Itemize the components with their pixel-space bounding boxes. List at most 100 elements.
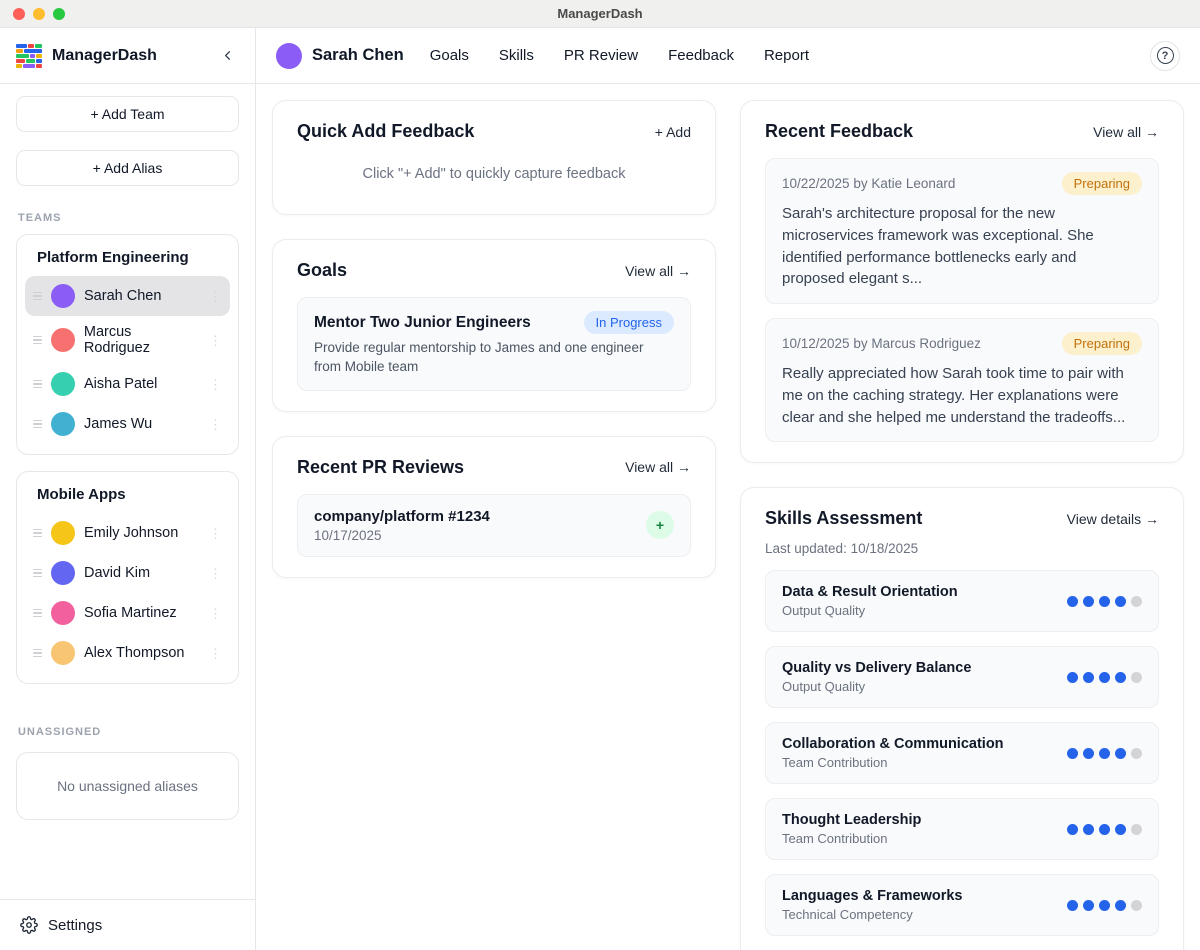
pr-reviews-view-all-link[interactable]: View all →: [625, 459, 691, 475]
goals-view-all-link[interactable]: View all →: [625, 263, 691, 279]
tab-skills[interactable]: Skills: [499, 47, 534, 64]
help-button[interactable]: ?: [1150, 41, 1180, 71]
team-member-emily-johnson[interactable]: Emily Johnson ⋮: [25, 513, 230, 553]
skill-name: Thought Leadership: [782, 812, 921, 828]
skills-title: Skills Assessment: [765, 508, 922, 529]
pr-reviews-list: company/platform #1234 10/17/2025 +: [297, 494, 691, 557]
main-panel: Sarah Chen GoalsSkillsPR ReviewFeedbackR…: [256, 28, 1200, 950]
team-member-james-wu[interactable]: James Wu ⋮: [25, 404, 230, 444]
team-member-marcus-rodriguez[interactable]: Marcus Rodriguez ⋮: [25, 316, 230, 364]
drag-handle-icon[interactable]: [33, 569, 42, 578]
rating-dot-filled: [1099, 824, 1110, 835]
drag-handle-icon[interactable]: [33, 420, 42, 429]
sidebar-collapse-button[interactable]: [216, 44, 239, 67]
pr-reviews-title: Recent PR Reviews: [297, 457, 464, 478]
team-member-sofia-martinez[interactable]: Sofia Martinez ⋮: [25, 593, 230, 633]
quick-add-button[interactable]: + Add: [655, 124, 691, 140]
skill-row[interactable]: Quality vs Delivery Balance Output Quali…: [765, 646, 1159, 708]
team-member-sarah-chen[interactable]: Sarah Chen ⋮: [25, 276, 230, 316]
skills-list: Data & Result Orientation Output Quality…: [765, 570, 1159, 936]
skill-name: Languages & Frameworks: [782, 888, 963, 904]
sidebar-header: ManagerDash: [0, 28, 255, 84]
member-menu-icon[interactable]: ⋮: [209, 567, 222, 580]
rating-dot-filled: [1083, 672, 1094, 683]
add-team-button[interactable]: + Add Team: [16, 96, 239, 132]
feedback-view-all-link[interactable]: View all →: [1093, 124, 1159, 140]
drag-handle-icon[interactable]: [33, 336, 42, 345]
app-logo-icon: [16, 43, 42, 69]
skill-rating-dots: [1067, 748, 1142, 759]
tab-goals[interactable]: Goals: [430, 47, 469, 64]
minimize-window-button[interactable]: [33, 8, 45, 20]
tab-feedback[interactable]: Feedback: [668, 47, 734, 64]
drag-handle-icon[interactable]: [33, 609, 42, 618]
close-window-button[interactable]: [13, 8, 25, 20]
recent-feedback-title: Recent Feedback: [765, 121, 913, 142]
tab-report[interactable]: Report: [764, 47, 809, 64]
window-title: ManagerDash: [0, 6, 1200, 21]
chevron-left-icon: [220, 48, 235, 63]
goals-card: Goals View all → Mentor Two Junior Engin…: [272, 239, 716, 412]
drag-handle-icon[interactable]: [33, 380, 42, 389]
member-menu-icon[interactable]: ⋮: [209, 334, 222, 347]
drag-handle-icon[interactable]: [33, 529, 42, 538]
rating-dot-filled: [1083, 900, 1094, 911]
member-menu-icon[interactable]: ⋮: [209, 527, 222, 540]
quick-add-hint: Click "+ Add" to quickly capture feedbac…: [297, 158, 691, 194]
member-avatar: [51, 561, 75, 585]
tab-pr-review[interactable]: PR Review: [564, 47, 638, 64]
feedback-meta: 10/12/2025 by Marcus Rodriguez: [782, 336, 981, 351]
skill-row[interactable]: Thought Leadership Team Contribution: [765, 798, 1159, 860]
skill-row[interactable]: Languages & Frameworks Technical Compete…: [765, 874, 1159, 936]
member-name: Sofia Martinez: [84, 605, 177, 621]
skills-view-details-link[interactable]: View details →: [1067, 511, 1159, 527]
skill-category: Output Quality: [782, 679, 971, 694]
dashboard-content: Quick Add Feedback + Add Click "+ Add" t…: [256, 84, 1200, 950]
drag-handle-icon[interactable]: [33, 292, 42, 301]
team-members: Sarah Chen ⋮ Marcus Rodriguez ⋮ Aisha Pa…: [25, 276, 230, 444]
skills-last-updated: Last updated: 10/18/2025: [765, 541, 1159, 556]
member-menu-icon[interactable]: ⋮: [209, 607, 222, 620]
rating-dot-filled: [1067, 672, 1078, 683]
skill-row[interactable]: Data & Result Orientation Output Quality: [765, 570, 1159, 632]
goal-status-badge: In Progress: [584, 311, 674, 334]
member-avatar: [51, 284, 75, 308]
pr-review-item[interactable]: company/platform #1234 10/17/2025 +: [297, 494, 691, 557]
zoom-window-button[interactable]: [53, 8, 65, 20]
rating-dot-filled: [1099, 672, 1110, 683]
pr-add-button[interactable]: +: [646, 511, 674, 539]
team-card: Mobile Apps Emily Johnson ⋮ David Kim ⋮ …: [16, 471, 239, 684]
member-avatar: [51, 412, 75, 436]
skill-row[interactable]: Collaboration & Communication Team Contr…: [765, 722, 1159, 784]
skill-rating-dots: [1067, 900, 1142, 911]
goal-item[interactable]: Mentor Two Junior Engineers In Progress …: [297, 297, 691, 391]
pr-date: 10/17/2025: [314, 528, 490, 543]
rating-dot-filled: [1099, 900, 1110, 911]
drag-handle-icon[interactable]: [33, 649, 42, 658]
member-name: Aisha Patel: [84, 376, 157, 392]
team-member-david-kim[interactable]: David Kim ⋮: [25, 553, 230, 593]
skill-rating-dots: [1067, 672, 1142, 683]
add-alias-button[interactable]: + Add Alias: [16, 150, 239, 186]
feedback-item[interactable]: 10/12/2025 by Marcus Rodriguez Preparing…: [765, 318, 1159, 442]
main-nav: Goals Skills PR Review Feedback Report: [430, 47, 809, 64]
skill-category: Team Contribution: [782, 831, 921, 846]
skill-name: Quality vs Delivery Balance: [782, 660, 971, 676]
settings-button[interactable]: Settings: [0, 899, 255, 950]
titlebar: ManagerDash: [0, 0, 1200, 28]
rating-dot-filled: [1067, 900, 1078, 911]
skill-name: Collaboration & Communication: [782, 736, 1004, 752]
skill-rating-dots: [1067, 596, 1142, 607]
team-member-alex-thompson[interactable]: Alex Thompson ⋮: [25, 633, 230, 673]
team-member-aisha-patel[interactable]: Aisha Patel ⋮: [25, 364, 230, 404]
skill-rating-dots: [1067, 824, 1142, 835]
member-avatar: [51, 641, 75, 665]
member-menu-icon[interactable]: ⋮: [209, 418, 222, 431]
rating-dot-empty: [1131, 596, 1142, 607]
member-menu-icon[interactable]: ⋮: [209, 290, 222, 303]
feedback-item[interactable]: 10/22/2025 by Katie Leonard Preparing Sa…: [765, 158, 1159, 304]
member-menu-icon[interactable]: ⋮: [209, 647, 222, 660]
team-name: Mobile Apps: [25, 484, 230, 513]
member-menu-icon[interactable]: ⋮: [209, 378, 222, 391]
feedback-text: Sarah's architecture proposal for the ne…: [782, 203, 1142, 290]
